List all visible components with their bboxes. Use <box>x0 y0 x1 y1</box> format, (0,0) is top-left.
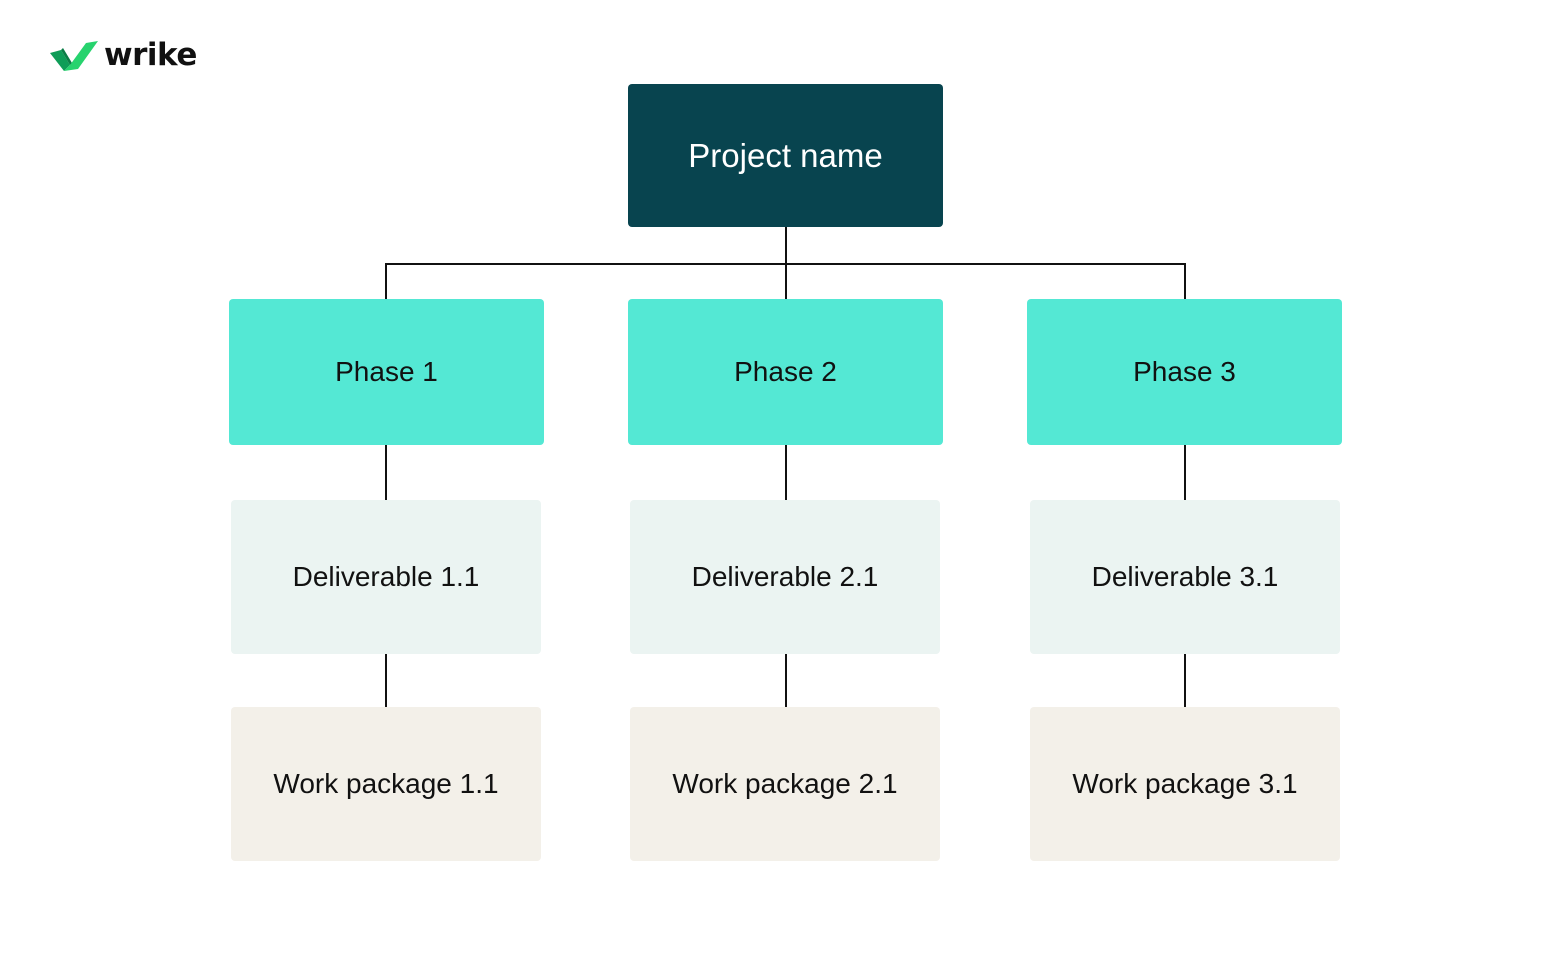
work-package-label: Work package 1.1 <box>273 768 499 799</box>
deliverable-label: Deliverable 2.1 <box>691 561 879 592</box>
connector-phase-2-deliverable <box>785 445 787 500</box>
connector-root-down <box>785 227 787 264</box>
brand-name: wrike <box>104 36 197 73</box>
deliverable-label: Deliverable 3.1 <box>1091 561 1279 592</box>
connector-to-phase-1 <box>385 263 387 299</box>
deliverable-node-3: Deliverable 3.1 <box>1030 500 1340 654</box>
root-node-label: Project name <box>688 136 883 174</box>
work-package-node-3: Work package 3.1 <box>1030 707 1340 861</box>
connector-to-phase-3 <box>1184 263 1186 299</box>
connector-phase-1-deliverable <box>385 445 387 500</box>
wrike-logo: wrike <box>50 38 197 72</box>
phase-node-1: Phase 1 <box>229 299 544 445</box>
work-package-label: Work package 2.1 <box>672 768 898 799</box>
connector-deliverable-3-work <box>1184 654 1186 707</box>
connector-to-phase-2 <box>785 263 787 299</box>
connector-deliverable-1-work <box>385 654 387 707</box>
phase-label: Phase 1 <box>335 356 438 387</box>
work-package-label: Work package 3.1 <box>1072 768 1298 799</box>
wrike-checkmark-icon <box>50 41 98 71</box>
work-package-node-1: Work package 1.1 <box>231 707 541 861</box>
deliverable-node-1: Deliverable 1.1 <box>231 500 541 654</box>
work-package-node-2: Work package 2.1 <box>630 707 940 861</box>
connector-deliverable-2-work <box>785 654 787 707</box>
phase-label: Phase 3 <box>1133 356 1236 387</box>
deliverable-label: Deliverable 1.1 <box>292 561 480 592</box>
deliverable-node-2: Deliverable 2.1 <box>630 500 940 654</box>
connector-phase-3-deliverable <box>1184 445 1186 500</box>
root-node-project: Project name <box>628 84 943 227</box>
phase-node-2: Phase 2 <box>628 299 943 445</box>
phase-node-3: Phase 3 <box>1027 299 1342 445</box>
phase-label: Phase 2 <box>734 356 837 387</box>
